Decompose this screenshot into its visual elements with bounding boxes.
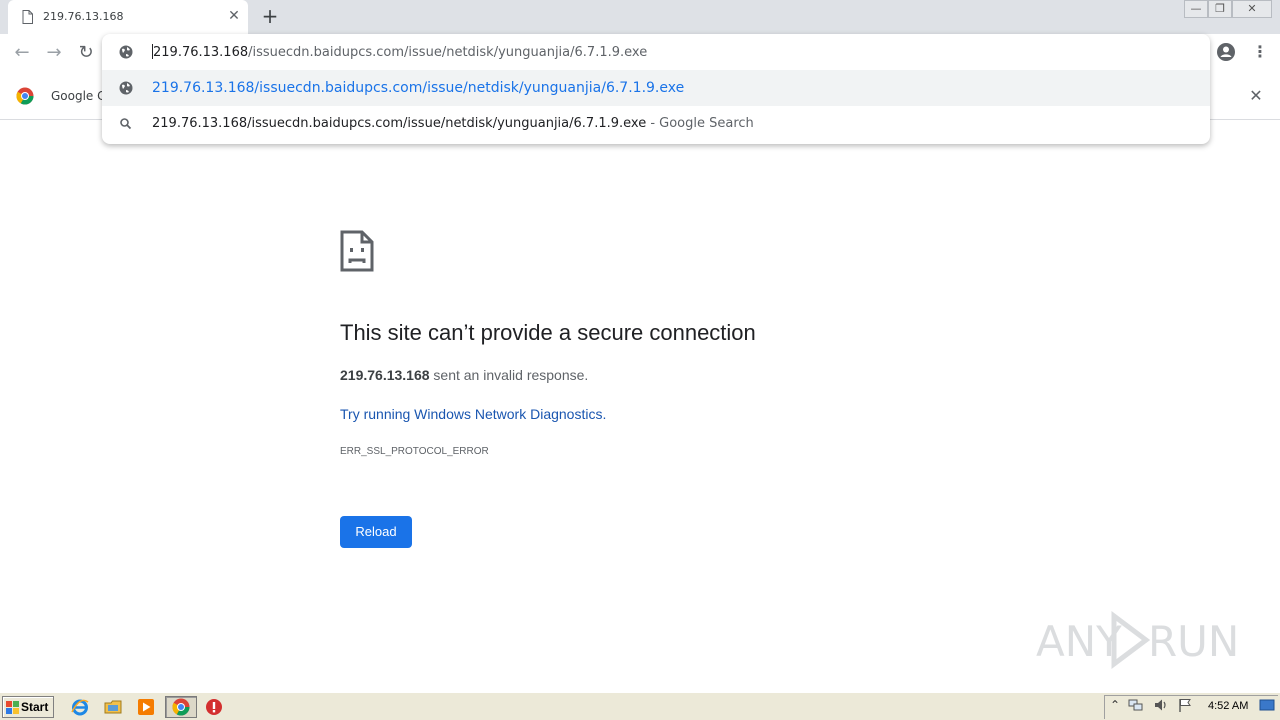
tab-title: 219.76.13.168 (43, 10, 124, 23)
forward-arrow-icon: → (46, 42, 62, 63)
address-bar[interactable]: 219.76.13.168/issuecdn.baidupcs.com/issu… (102, 34, 1210, 70)
page-icon (22, 10, 33, 24)
chrome-icon (172, 698, 190, 716)
address-path: /issuecdn.baidupcs.com/issue/netdisk/yun… (248, 45, 648, 60)
taskbar-chrome-button[interactable] (165, 696, 197, 718)
media-player-icon[interactable] (137, 698, 155, 716)
globe-icon (119, 45, 133, 59)
error-title: This site can’t provide a secure connect… (340, 320, 756, 345)
show-desktop-icon[interactable] (1259, 697, 1275, 713)
reload-button[interactable]: ↻ (74, 42, 98, 64)
suggestion-search-text: 219.76.13.168/issuecdn.baidupcs.com/issu… (152, 116, 754, 131)
address-input[interactable]: 219.76.13.168/issuecdn.baidupcs.com/issu… (152, 44, 647, 60)
start-label: Start (21, 700, 49, 714)
suggestion-search[interactable]: 219.76.13.168/issuecdn.baidupcs.com/issu… (102, 106, 1210, 142)
close-infobar-button[interactable]: ✕ (1246, 86, 1266, 106)
menu-button[interactable]: ⋮ (1252, 42, 1268, 62)
tab-active[interactable]: 219.76.13.168 ✕ (8, 0, 248, 34)
taskbar: Start ⌃ 4:52 AM (0, 692, 1280, 720)
account-icon[interactable] (1216, 42, 1236, 62)
chrome-icon (16, 87, 34, 105)
watermark-text-any: ANY (1036, 617, 1122, 666)
close-icon: ✕ (1249, 86, 1263, 105)
suggestion-url-text: 219.76.13.168/issuecdn.baidupcs.com/issu… (152, 80, 685, 96)
network-icon[interactable] (1128, 697, 1144, 713)
error-host: 219.76.13.168 (340, 367, 430, 383)
forward-button[interactable]: → (42, 42, 66, 64)
action-center-flag-icon[interactable] (1177, 697, 1193, 713)
minimize-icon: — (1190, 2, 1202, 15)
stop-sign-icon[interactable] (205, 698, 223, 716)
suggestion-url[interactable]: 219.76.13.168/issuecdn.baidupcs.com/issu… (102, 70, 1210, 106)
omnibox-dropdown: 219.76.13.168/issuecdn.baidupcs.com/issu… (102, 34, 1210, 144)
suggestion-search-query: 219.76.13.168/issuecdn.baidupcs.com/issu… (152, 116, 647, 131)
error-description: 219.76.13.168 sent an invalid response. (340, 367, 588, 383)
tab-strip: 219.76.13.168 ✕ + — ❐ ✕ (0, 0, 1280, 34)
volume-icon[interactable] (1153, 697, 1169, 713)
start-button[interactable]: Start (2, 696, 54, 718)
suggestion-search-suffix: - Google Search (646, 116, 754, 131)
back-button[interactable]: ← (10, 42, 34, 64)
close-icon: ✕ (1247, 2, 1257, 15)
back-arrow-icon: ← (14, 42, 30, 63)
globe-icon (119, 81, 133, 95)
error-desc-suffix: sent an invalid response. (429, 367, 589, 383)
close-window-button[interactable]: ✕ (1232, 0, 1272, 18)
clock[interactable]: 4:52 AM (1208, 700, 1248, 712)
address-host: 219.76.13.168 (153, 45, 249, 60)
watermark-text-run: RUN (1148, 617, 1236, 666)
reload-icon: ↻ (78, 42, 94, 63)
folder-icon[interactable] (104, 698, 122, 716)
windows-flag-icon (6, 701, 19, 714)
tab-close-icon[interactable]: ✕ (226, 8, 242, 24)
internet-explorer-icon[interactable] (71, 698, 89, 716)
new-tab-button[interactable]: + (260, 6, 280, 26)
restore-button[interactable]: ❐ (1208, 0, 1232, 18)
reload-page-button[interactable]: Reload (340, 516, 412, 548)
more-vert-icon: ⋮ (1252, 42, 1268, 61)
sad-page-icon (340, 230, 374, 272)
error-code: ERR_SSL_PROTOCOL_ERROR (340, 446, 489, 457)
restore-icon: ❐ (1215, 2, 1225, 15)
search-icon (120, 118, 132, 130)
bookmark-label: Google Cl (51, 89, 109, 103)
tray-expand-icon[interactable]: ⌃ (1107, 697, 1123, 713)
network-diagnostics-link[interactable]: Try running Windows Network Diagnostics. (340, 406, 606, 422)
minimize-button[interactable]: — (1184, 0, 1208, 18)
anyrun-watermark: ANY RUN (1036, 611, 1236, 669)
